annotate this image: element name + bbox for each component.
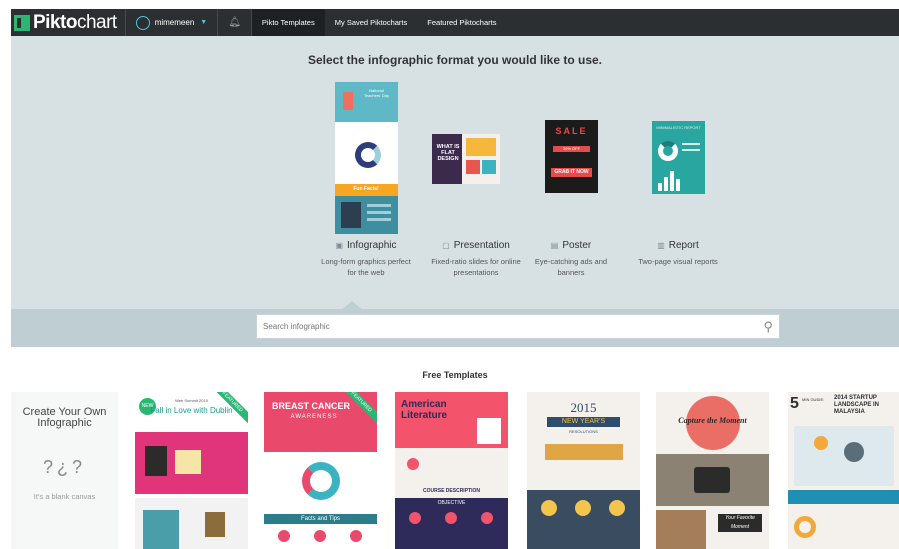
template-number: 5	[790, 395, 799, 412]
report-thumb-wrap: MINIMALISTIC REPORT	[633, 82, 723, 234]
template-subtitle: Web Summit 2015	[175, 398, 208, 403]
infographic-icon: ▣	[335, 241, 344, 250]
format-report-name: ▥ Report	[657, 240, 699, 251]
template-subtitle: NEW YEAR'S	[547, 417, 620, 427]
tab-featured-piktocharts[interactable]: Featured Piktocharts	[417, 9, 506, 36]
template-title: BREAST CANCER	[272, 401, 351, 411]
infographic-thumbnail: National Teachers' Day Fun Facts!	[334, 82, 398, 234]
format-report-desc: Two-page visual reports	[638, 257, 718, 266]
logo-text: Piktochart	[33, 11, 117, 33]
tab-pikto-templates[interactable]: Pikto Templates	[251, 9, 325, 36]
top-navigation-bar: Piktochart mimemeen ▼ 🔔︎ Pikto Templates…	[11, 9, 899, 36]
format-infographic[interactable]: National Teachers' Day Fun Facts! ▣ Infog…	[316, 82, 416, 278]
piktochart-logo[interactable]: Piktochart	[11, 9, 125, 36]
format-presentation-name: ▢ Presentation	[442, 240, 510, 251]
format-poster[interactable]: SALE 30% OFF GRAB IT NOW ▤ Poster Eye-cat…	[526, 82, 616, 278]
template-subtitle: AWARENESS	[290, 414, 338, 420]
template-title: Capture the Moment	[678, 416, 747, 425]
poster-thumb-wrap: SALE 30% OFF GRAB IT NOW	[526, 82, 616, 234]
format-report[interactable]: MINIMALISTIC REPORT ▥ Report Two-page vis…	[633, 82, 723, 267]
template-card-dublin[interactable]: NEW FEATURED Web Summit 2015 Fall in Lov…	[135, 392, 248, 549]
poster-thumbnail: SALE 30% OFF GRAB IT NOW	[545, 120, 598, 193]
format-heading: Select the infographic format you would …	[307, 53, 603, 67]
template-title: 2015	[570, 400, 597, 415]
chevron-down-icon: ▼	[200, 19, 208, 26]
template-title: American Literature	[401, 399, 448, 421]
template-title: 2014 STARTUP LANDSCAPE IN MALAYSIA	[834, 395, 880, 415]
template-card-startup-landscape[interactable]: 5 MIN GUIDE: 2014 STARTUP LANDSCAPE IN M…	[788, 392, 899, 549]
template-subtitle: RESOLUTIONS	[569, 429, 598, 434]
question-marks-icon: ?¿?	[42, 457, 87, 477]
report-thumbnail: MINIMALISTIC REPORT	[652, 121, 705, 194]
user-menu[interactable]: mimemeen ▼	[126, 9, 218, 36]
search-icon[interactable]: ⚲	[763, 319, 773, 335]
format-presentation-desc: Fixed-ratio slides for online presentati…	[431, 257, 521, 277]
free-templates-heading: Free Templates	[422, 370, 488, 380]
format-selector: Select the infographic format you would …	[11, 36, 899, 310]
template-card-breast-cancer[interactable]: FEATURED BREAST CANCER AWARENESS Facts a…	[264, 392, 377, 549]
blank-template-note: It's a blank canvas	[33, 492, 96, 501]
format-presentation[interactable]: WHAT IS FLAT DESIGN ▢ Presentation Fixed-…	[421, 82, 531, 278]
format-poster-name: ▤ Poster	[550, 240, 592, 251]
blank-template-title: Create Your Own Infographic	[22, 406, 107, 429]
template-footer: Facts and Tips	[264, 514, 377, 524]
avatar-icon	[135, 15, 150, 30]
presentation-icon: ▢	[442, 241, 450, 250]
blank-template-card[interactable]: Create Your Own Infographic ?¿? It's a b…	[11, 392, 118, 549]
bell-icon[interactable]: 🔔︎	[218, 17, 251, 28]
format-poster-desc: Eye-catching ads and banners	[534, 257, 608, 277]
template-subtitle: MIN GUIDE:	[802, 397, 825, 402]
search-box: ⚲	[256, 314, 780, 339]
template-section: OBJECTIVE	[437, 500, 466, 506]
template-card-capture-the-moment[interactable]: Capture the Moment Your Favorite Moment	[656, 392, 769, 549]
presentation-thumb-wrap: WHAT IS FLAT DESIGN	[421, 82, 531, 234]
template-section: COURSE DESCRIPTION	[423, 488, 480, 494]
template-subtitle: Your Favorite Moment	[718, 514, 762, 532]
tab-my-saved-piktocharts[interactable]: My Saved Piktocharts	[325, 9, 418, 36]
format-infographic-name: ▣ Infographic	[335, 240, 397, 251]
poster-icon: ▤	[550, 241, 559, 250]
format-infographic-desc: Long-form graphics perfect for the web	[321, 257, 411, 277]
logo-icon	[14, 14, 30, 31]
search-input[interactable]	[257, 315, 747, 338]
template-card-new-years-resolutions[interactable]: 2015 NEW YEAR'S RESOLUTIONS	[527, 392, 640, 549]
app-frame: Piktochart mimemeen ▼ 🔔︎ Pikto Templates…	[11, 9, 899, 549]
report-icon: ▥	[657, 241, 665, 250]
search-band: ⚲	[11, 309, 899, 347]
presentation-thumbnail: WHAT IS FLAT DESIGN	[432, 134, 500, 184]
username: mimemeen	[154, 18, 195, 27]
template-card-american-literature[interactable]: American Literature COURSE DESCRIPTION O…	[395, 392, 508, 549]
template-title: Fall in Love with Dublin	[150, 406, 233, 415]
